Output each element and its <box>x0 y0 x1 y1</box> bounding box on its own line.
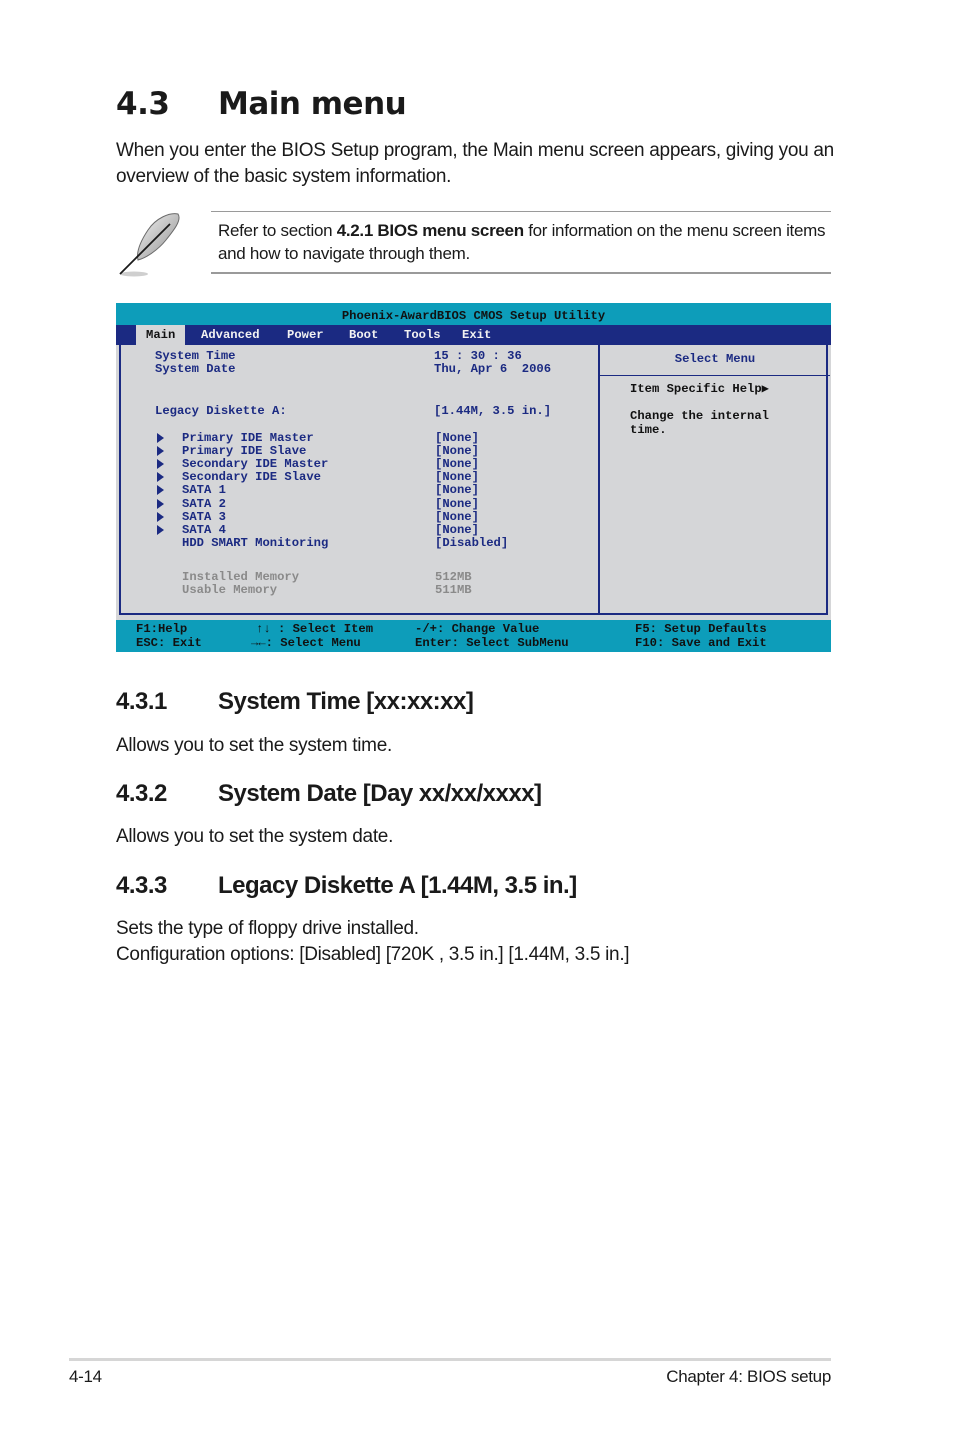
section-number: 4.3 <box>116 86 170 122</box>
help-text: Change the internal <box>630 409 769 423</box>
submenu-arrow-icon <box>157 472 164 482</box>
submenu-arrow-icon <box>157 512 164 522</box>
bios-item-value[interactable]: Thu, Apr 6 2006 <box>434 363 551 376</box>
bios-submenu-item[interactable]: SATA 1 <box>182 484 226 497</box>
bios-title-bar: Phoenix-AwardBIOS CMOS Setup Utility <box>116 303 831 325</box>
subsection-number: 4.3.3 <box>116 872 167 899</box>
bios-info-label: Usable Memory <box>182 583 278 597</box>
subsection-title: System Date [Day xx/xx/xxxx] <box>218 780 542 807</box>
bios-screen: Phoenix-AwardBIOS CMOS Setup Utility Mai… <box>116 303 831 652</box>
help-panel-header: Select Menu <box>600 345 830 376</box>
key-hint-change-value: -/+: Change Value <box>415 622 540 636</box>
submenu-arrow-icon <box>157 499 164 509</box>
bios-item-value[interactable]: [1.44M, 3.5 in.] <box>434 405 551 418</box>
bios-main-panel: System Time 15 : 30 : 36 System Date Thu… <box>119 345 830 615</box>
bios-tab-advanced[interactable]: Advanced <box>201 325 260 345</box>
key-hint-select-submenu: Enter: Select SubMenu <box>415 636 569 650</box>
bios-item-value[interactable]: [Disabled] <box>435 537 508 550</box>
bios-item-label[interactable]: System Date <box>155 363 235 376</box>
key-hint-select-menu: →←: Select Menu <box>251 636 361 650</box>
bios-tab-exit[interactable]: Exit <box>462 325 491 345</box>
intro-paragraph: When you enter the BIOS Setup program, t… <box>116 140 834 187</box>
feather-note-icon <box>112 208 188 280</box>
subsection-heading: 4.3.1 System Time [xx:xx:xx] <box>116 688 474 716</box>
section-title: Main menu <box>218 86 407 122</box>
bios-tab-tools[interactable]: Tools <box>404 325 441 345</box>
note-divider-top <box>211 211 831 212</box>
section-heading: 4.3 Main menu <box>116 86 407 122</box>
subsection-title: Legacy Diskette A [1.44M, 3.5 in.] <box>218 872 577 899</box>
key-hint-save-exit: F10: Save and Exit <box>635 636 767 650</box>
subsection-number: 4.3.2 <box>116 780 167 807</box>
bios-tab-main[interactable]: Main <box>136 325 186 345</box>
submenu-arrow-icon <box>157 525 164 535</box>
subsection-body: Configuration options: [Disabled] [720K … <box>116 944 630 965</box>
note-text: Refer to section 4.2.1 BIOS menu screen … <box>218 219 828 265</box>
key-hint-esc: ESC: Exit <box>136 636 202 650</box>
help-text: time. <box>630 423 667 437</box>
bios-item-label[interactable]: HDD SMART Monitoring <box>182 537 328 550</box>
subsection-body: Allows you to set the system date. <box>116 826 394 847</box>
bios-key-legend: F1:Help ESC: Exit ↑↓ : Select Item →←: S… <box>116 620 831 652</box>
note-divider-bottom <box>211 272 831 274</box>
bios-item-label[interactable]: Legacy Diskette A: <box>155 405 287 418</box>
note-text-plain: Refer to section <box>218 221 337 240</box>
subsection-heading: 4.3.2 System Date [Day xx/xx/xxxx] <box>116 780 542 808</box>
page-number: 4-14 <box>69 1367 102 1386</box>
subsection-body: Allows you to set the system time. <box>116 735 392 756</box>
key-hint-select-item: ↑↓ : Select Item <box>256 622 374 636</box>
key-hint-f1: F1:Help <box>136 622 188 636</box>
help-panel-title: Item Specific Help▶ <box>630 382 769 396</box>
note-section-reference: 4.2.1 BIOS menu screen <box>336 221 524 240</box>
subsection-number: 4.3.1 <box>116 688 167 715</box>
bios-tab-boot[interactable]: Boot <box>349 325 378 345</box>
bios-menu-bar: Main Advanced Power Boot Tools Exit <box>116 325 831 345</box>
subsection-heading: 4.3.3 Legacy Diskette A [1.44M, 3.5 in.] <box>116 872 577 900</box>
footer-divider <box>69 1358 831 1361</box>
submenu-arrow-icon <box>157 446 164 456</box>
subsection-body: Sets the type of floppy drive installed. <box>116 918 419 939</box>
submenu-arrow-icon <box>157 485 164 495</box>
bios-tab-power[interactable]: Power <box>287 325 324 345</box>
chapter-title: Chapter 4: BIOS setup <box>666 1367 831 1386</box>
submenu-arrow-icon <box>157 459 164 469</box>
bios-item-value: [None] <box>435 483 479 497</box>
key-hint-setup-defaults: F5: Setup Defaults <box>635 622 767 636</box>
bios-help-panel: Select Menu Item Specific Help▶ Change t… <box>598 345 830 613</box>
submenu-arrow-icon <box>157 433 164 443</box>
bios-items-panel: System Time 15 : 30 : 36 System Date Thu… <box>121 345 596 613</box>
subsection-title: System Time [xx:xx:xx] <box>218 688 474 715</box>
bios-info-value: 511MB <box>435 583 472 597</box>
